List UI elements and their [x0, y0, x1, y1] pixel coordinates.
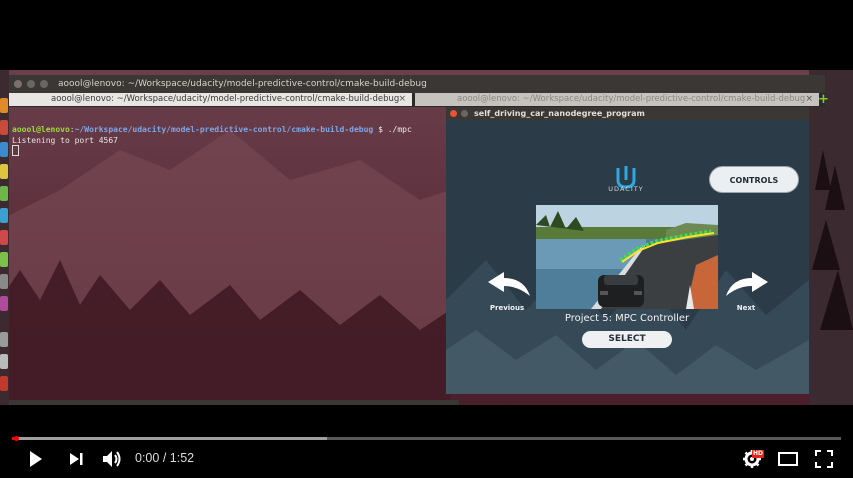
minimize-window-icon[interactable]: [461, 110, 468, 117]
terminal-tabbar: aoool@lenovo: ~/Workspace/udacity/model-…: [9, 93, 825, 107]
app-icon[interactable]: [0, 376, 8, 391]
simulator-menu: UDACITY CONTROLS Project 5: MPC Controll…: [446, 120, 809, 394]
udacity-wordmark: UDACITY: [608, 185, 644, 193]
terminal-titlebar[interactable]: aoool@lenovo: ~/Workspace/udacity/model-…: [9, 75, 825, 93]
app-icon[interactable]: [0, 230, 8, 245]
app-icon[interactable]: [0, 120, 8, 135]
select-button[interactable]: SELECT: [582, 331, 672, 348]
next-icon[interactable]: [65, 448, 87, 470]
prompt-command: $ ./mpc: [378, 125, 412, 134]
progress-bar[interactable]: [12, 437, 841, 440]
minimize-window-icon[interactable]: [27, 80, 35, 88]
volume-icon[interactable]: [100, 448, 124, 470]
track-preview-image: [536, 205, 718, 309]
app-icon[interactable]: [0, 296, 8, 311]
app-icon[interactable]: [0, 252, 8, 267]
time-separator: /: [159, 451, 170, 465]
simulator-titlebar[interactable]: self_driving_car_nanodegree_program: [446, 107, 809, 120]
next-arrow-icon[interactable]: [722, 270, 772, 300]
prompt-path: ~/Workspace/udacity/model-predictive-con…: [74, 125, 374, 134]
prompt-user: aoool@lenovo: [12, 125, 70, 134]
app-icon[interactable]: [0, 274, 8, 289]
close-window-icon[interactable]: [450, 110, 457, 117]
app-icon[interactable]: [0, 142, 8, 157]
terminal-tab-active[interactable]: aoool@lenovo: ~/Workspace/udacity/model-…: [9, 93, 412, 106]
dock-launcher: [0, 70, 9, 405]
udacity-logo-icon: [616, 166, 636, 189]
close-window-icon[interactable]: [14, 80, 22, 88]
simulator-window-title: self_driving_car_nanodegree_program: [474, 109, 645, 118]
controls-button[interactable]: CONTROLS: [709, 166, 799, 193]
project-title: Project 5: MPC Controller: [564, 313, 690, 324]
hd-badge: HD: [752, 450, 765, 458]
background-window-edge: [9, 400, 459, 405]
next-label[interactable]: Next: [725, 304, 767, 312]
new-tab-icon[interactable]: +: [818, 93, 829, 106]
tab-close-icon[interactable]: ×: [805, 93, 813, 106]
previous-arrow-icon[interactable]: [484, 270, 534, 300]
total-time: 1:52: [169, 451, 195, 465]
simulator-window[interactable]: self_driving_car_nanodegree_program UDAC…: [446, 107, 809, 394]
previous-label[interactable]: Previous: [484, 304, 530, 312]
terminal-tab[interactable]: aoool@lenovo: ~/Workspace/udacity/model-…: [415, 93, 819, 106]
terminal-cursor: [12, 145, 19, 156]
terminal-output: Listening to port 4567: [12, 136, 118, 145]
tab-close-icon[interactable]: ×: [398, 93, 406, 106]
app-icon[interactable]: [0, 354, 8, 369]
app-icon[interactable]: [0, 98, 8, 113]
terminal-body[interactable]: aoool@lenovo:~/Workspace/udacity/model-p…: [9, 107, 445, 405]
fullscreen-icon[interactable]: [813, 448, 835, 470]
theater-icon[interactable]: [777, 448, 799, 470]
terminal-window-title: aoool@lenovo: ~/Workspace/udacity/model-…: [58, 79, 427, 89]
play-icon[interactable]: [24, 448, 46, 470]
maximize-window-icon[interactable]: [40, 80, 48, 88]
buffered-bar: [12, 437, 328, 440]
tab-label: aoool@lenovo: ~/Workspace/udacity/model-…: [457, 94, 806, 104]
tab-label: aoool@lenovo: ~/Workspace/udacity/model-…: [51, 94, 400, 104]
scrubber-handle[interactable]: [14, 436, 20, 441]
app-icon[interactable]: [0, 332, 8, 347]
app-icon[interactable]: [0, 186, 8, 201]
app-icon[interactable]: [0, 208, 8, 223]
video-frame[interactable]: aoool@lenovo: ~/Workspace/udacity/model-…: [0, 70, 853, 405]
current-time: 0:00: [135, 451, 160, 465]
time-display: 0:00 / 1:52: [135, 451, 194, 465]
app-icon[interactable]: [0, 164, 8, 179]
terminal-command-line: aoool@lenovo:~/Workspace/udacity/model-p…: [12, 125, 412, 134]
